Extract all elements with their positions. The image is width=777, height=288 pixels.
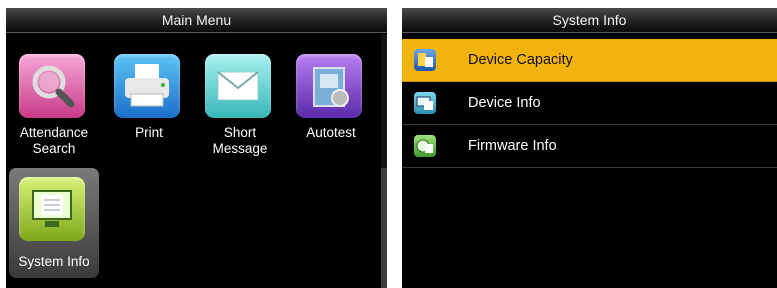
list-item-firmware-info[interactable]: Firmware Info bbox=[402, 125, 777, 168]
system-info-screen: System Info Device Capacity Device Info … bbox=[402, 8, 777, 288]
list-item-label: Firmware Info bbox=[468, 138, 557, 154]
list-item-label: Device Info bbox=[468, 95, 541, 111]
menu-item-label: Print bbox=[135, 125, 163, 140]
envelope-icon bbox=[205, 54, 271, 118]
menu-item-short-message[interactable]: Short Message bbox=[195, 45, 285, 156]
menu-item-print[interactable]: Print bbox=[104, 45, 194, 155]
menu-item-label: Autotest bbox=[306, 125, 356, 140]
menu-item-system-info[interactable]: System Info bbox=[9, 168, 99, 278]
system-info-icon bbox=[19, 177, 85, 241]
device-info-icon bbox=[414, 92, 436, 114]
menu-item-autotest[interactable]: Autotest bbox=[286, 45, 376, 155]
system-info-title: System Info bbox=[402, 8, 777, 33]
scrollbar-thumb[interactable] bbox=[381, 168, 387, 288]
list-item-device-capacity[interactable]: Device Capacity bbox=[402, 39, 777, 82]
menu-item-label: Short Message bbox=[212, 125, 268, 156]
menu-item-attendance-search[interactable]: Attendance Search bbox=[9, 45, 99, 156]
printer-icon bbox=[114, 54, 180, 118]
list-item-device-info[interactable]: Device Info bbox=[402, 82, 777, 125]
menu-item-label: Attendance Search bbox=[19, 125, 89, 156]
main-menu-screen: Main Menu Attendance Search Print Short … bbox=[6, 8, 387, 288]
magnifier-icon bbox=[19, 54, 85, 118]
firmware-info-icon bbox=[414, 135, 436, 157]
main-menu-title: Main Menu bbox=[6, 8, 387, 33]
list-item-label: Device Capacity bbox=[468, 52, 573, 68]
device-capacity-icon bbox=[414, 49, 436, 71]
menu-item-label: System Info bbox=[18, 254, 90, 269]
autotest-icon bbox=[296, 54, 362, 118]
